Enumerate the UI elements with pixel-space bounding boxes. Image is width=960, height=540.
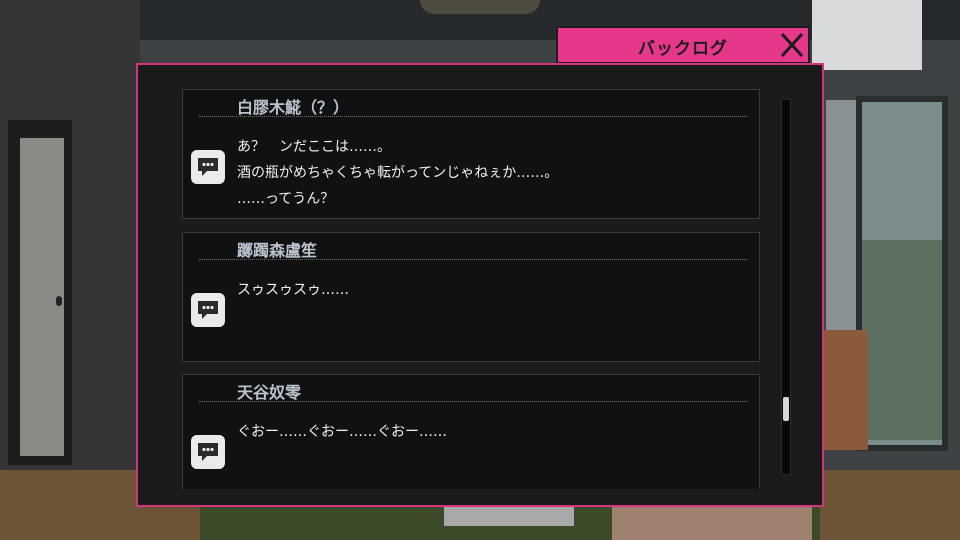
- pillow: [444, 506, 574, 526]
- divider: [199, 401, 747, 402]
- dialogue-text: あ？ ンだここは……。 酒の瓶がめちゃくちゃ転がってンじゃねぇか……。 ……って…: [237, 134, 558, 212]
- close-icon: [780, 32, 804, 58]
- speech-bubble-icon: [198, 301, 218, 319]
- backlog-panel: 白膠木𩸽（？） あ？ ンだここは……。 酒の瓶がめちゃくちゃ転がってンじゃねぇか…: [136, 63, 824, 507]
- scrollbar[interactable]: [781, 99, 791, 475]
- voice-replay-button[interactable]: [191, 435, 225, 469]
- air-conditioner: [812, 0, 922, 70]
- close-button[interactable]: [778, 30, 806, 60]
- dialogue-line: ぐおー……ぐおー……ぐおー……: [237, 424, 447, 440]
- speech-bubble-icon: [198, 443, 218, 461]
- speaker-name: 天谷奴零: [237, 383, 302, 402]
- log-list[interactable]: 白膠木𩸽（？） あ？ ンだここは……。 酒の瓶がめちゃくちゃ転がってンじゃねぇか…: [182, 65, 762, 489]
- log-entry: 天谷奴零 ぐおー……ぐおー……ぐおー……: [182, 374, 760, 489]
- divider: [199, 259, 747, 260]
- backlog-tab: バックログ: [556, 26, 810, 64]
- scrollbar-thumb[interactable]: [783, 397, 789, 421]
- dialogue-line: 酒の瓶がめちゃくちゃ転がってンじゃねぇか……。: [237, 165, 559, 181]
- log-entry: 白膠木𩸽（？） あ？ ンだここは……。 酒の瓶がめちゃくちゃ転がってンじゃねぇか…: [182, 89, 760, 219]
- speech-bubble-icon: [198, 158, 218, 176]
- ceiling-lamp: [420, 0, 540, 14]
- backlog-title: バックログ: [638, 39, 728, 59]
- speaker-name: 白膠木𩸽（？）: [237, 98, 350, 117]
- dialogue-line: スゥスゥスゥ……: [237, 282, 349, 298]
- speaker-name: 躑躅森盧笙: [237, 241, 318, 260]
- voice-replay-button[interactable]: [191, 293, 225, 327]
- patterned-cloth: [822, 330, 868, 450]
- door-knob: [56, 296, 62, 306]
- window-view: [862, 240, 942, 440]
- voice-replay-button[interactable]: [191, 150, 225, 184]
- dialogue-text: スゥスゥスゥ……: [237, 277, 349, 303]
- dialogue-line: ……ってうん？: [237, 191, 335, 207]
- divider: [199, 116, 747, 117]
- log-entry: 躑躅森盧笙 スゥスゥスゥ……: [182, 232, 760, 362]
- dialogue-line: あ？ ンだここは……。: [237, 139, 391, 155]
- dialogue-text: ぐおー……ぐおー……ぐおー……: [237, 419, 447, 445]
